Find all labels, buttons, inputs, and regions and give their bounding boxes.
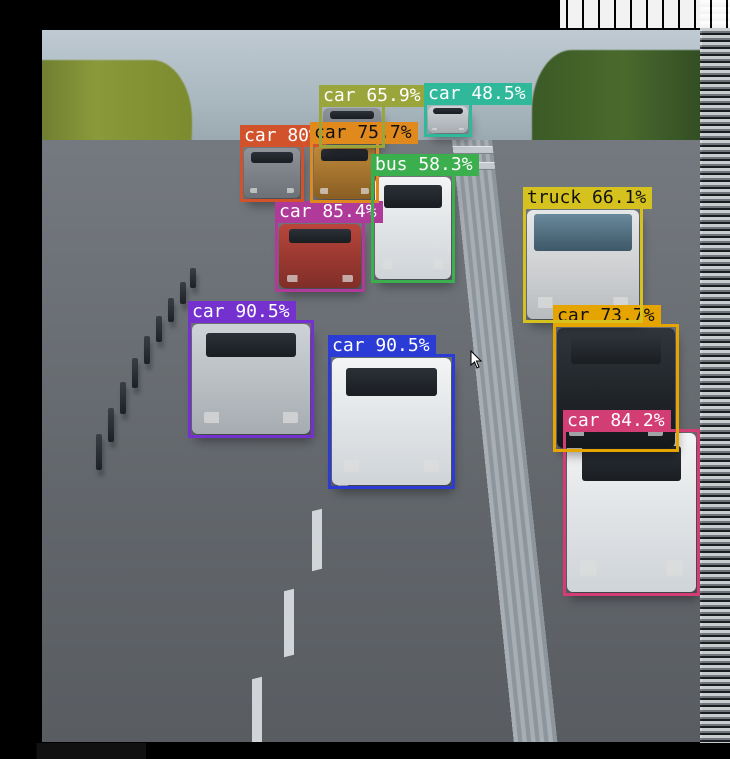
vehicle-truck bbox=[527, 210, 639, 319]
vehicle-car bbox=[244, 148, 300, 198]
lane-dash bbox=[284, 589, 294, 657]
vehicle-bus bbox=[375, 177, 451, 279]
bottom-edge-artifact bbox=[0, 743, 730, 759]
stage: car 90.5%car 90.5%car 85.4%car 84.2%car … bbox=[0, 0, 730, 759]
fps-overlay: FPS=18.18 bbox=[521, 2, 640, 27]
video-frame: car 90.5%car 90.5%car 85.4%car 84.2%car … bbox=[42, 30, 702, 742]
bollard bbox=[132, 358, 138, 388]
lane-dash bbox=[312, 509, 322, 571]
lane-dash bbox=[252, 677, 262, 742]
vehicle-car bbox=[557, 328, 675, 448]
vehicle-car bbox=[323, 108, 381, 144]
bollard bbox=[108, 408, 114, 442]
vehicle-car bbox=[314, 145, 375, 199]
bollard bbox=[168, 298, 174, 322]
fps-text: FPS=18.18 bbox=[521, 2, 640, 27]
right-edge-artifact bbox=[700, 0, 730, 759]
bollard bbox=[180, 282, 186, 304]
vehicle-car bbox=[332, 358, 451, 485]
bollard bbox=[120, 382, 126, 414]
bollard bbox=[144, 336, 150, 364]
vehicle-car bbox=[192, 324, 310, 434]
vehicle-car bbox=[279, 224, 361, 288]
bollard bbox=[96, 434, 102, 470]
bollard bbox=[156, 316, 162, 342]
bollard bbox=[190, 268, 196, 288]
vehicle-car bbox=[567, 433, 696, 592]
vehicle-car bbox=[428, 106, 468, 133]
